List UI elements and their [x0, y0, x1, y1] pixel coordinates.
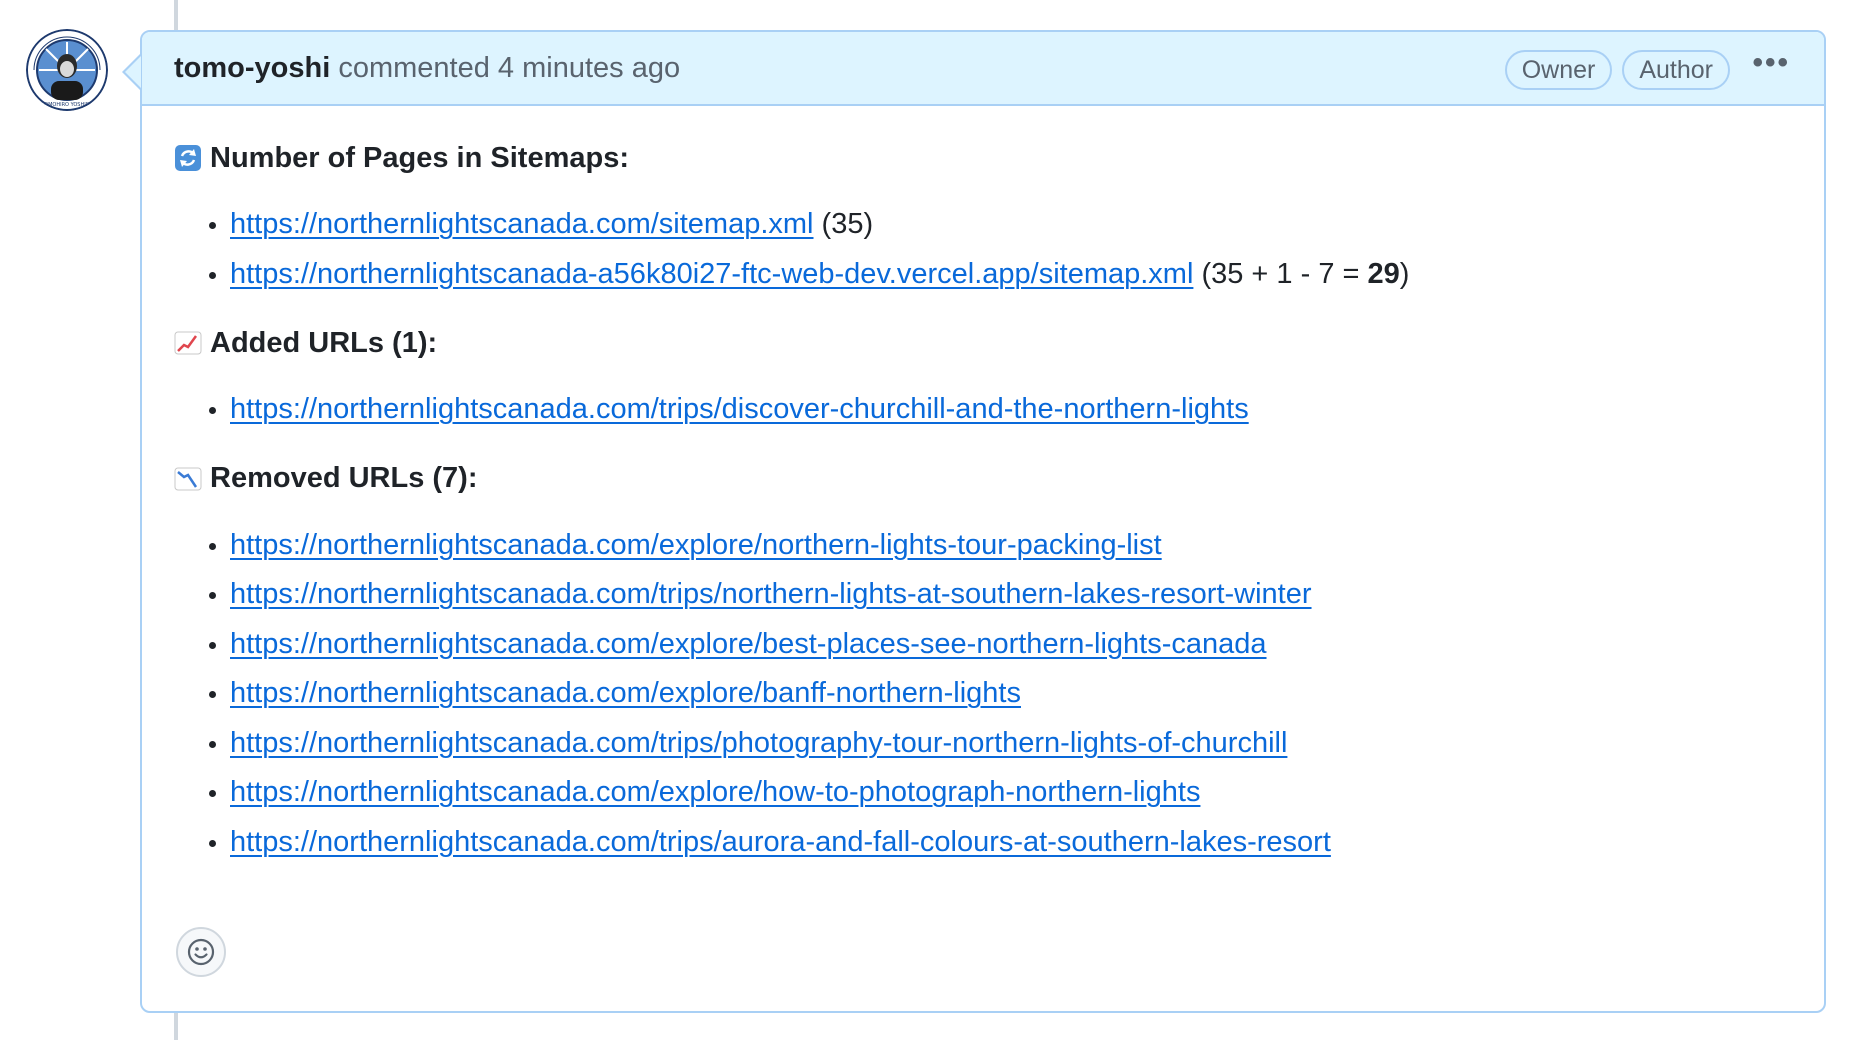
sitemap-link[interactable]: https://northernlightscanada-a56k80i27-f…: [230, 258, 1193, 290]
more-options-button[interactable]: •••: [1752, 46, 1790, 80]
list-item: https://northernlightscanada.com/explore…: [230, 669, 1792, 719]
comment-action: commented: [338, 51, 490, 84]
removed-heading-text: Removed URLs (7):: [210, 462, 478, 494]
removed-list: https://northernlightscanada.com/explore…: [174, 521, 1792, 868]
added-list: https://northernlightscanada.com/trips/d…: [174, 385, 1792, 435]
pages-heading: Number of Pages in Sitemaps:: [174, 136, 1792, 180]
arrows-counterclockwise-icon: [175, 145, 201, 171]
page-count-result: 29: [1367, 257, 1400, 290]
comment-body: Number of Pages in Sitemaps: https://nor…: [142, 106, 1824, 867]
comment-box: tomo-yoshi commented 4 minutes ago Owner…: [140, 30, 1826, 1013]
removed-url-link[interactable]: https://northernlightscanada.com/trips/a…: [230, 826, 1331, 858]
badges: Owner Author: [1504, 50, 1730, 90]
removed-url-link[interactable]: https://northernlightscanada.com/explore…: [230, 677, 1021, 709]
removed-heading: Removed URLs (7):: [174, 457, 1792, 501]
list-item: https://northernlightscanada.com/sitemap…: [230, 200, 1792, 250]
page-count-close: ): [1399, 257, 1410, 290]
list-item: https://northernlightscanada.com/trips/d…: [230, 385, 1792, 435]
added-heading: Added URLs (1):: [174, 321, 1792, 365]
author-badge: Author: [1622, 50, 1730, 90]
removed-url-link[interactable]: https://northernlightscanada.com/explore…: [230, 529, 1162, 561]
comment-meta: tomo-yoshi commented 4 minutes ago: [174, 52, 680, 85]
comment-arrow-fill: [125, 56, 141, 88]
comment-time[interactable]: 4 minutes ago: [498, 52, 680, 84]
added-url-link[interactable]: https://northernlightscanada.com/trips/d…: [230, 393, 1249, 425]
list-item: https://northernlightscanada.com/explore…: [230, 768, 1792, 818]
chart-increasing-icon: [174, 331, 202, 355]
chart-decreasing-icon: [174, 467, 202, 490]
removed-url-link[interactable]: https://northernlightscanada.com/explore…: [230, 628, 1267, 660]
owner-badge: Owner: [1504, 50, 1613, 90]
comment-header: tomo-yoshi commented 4 minutes ago Owner…: [142, 32, 1824, 106]
pages-list: https://northernlightscanada.com/sitemap…: [174, 200, 1792, 299]
avatar-text: TOMOHIRO YOSHIDA: [40, 102, 93, 108]
list-item: https://northernlightscanada.com/trips/a…: [230, 818, 1792, 868]
removed-url-link[interactable]: https://northernlightscanada.com/trips/n…: [230, 578, 1312, 610]
page-count-formula: (35 + 1 - 7 =: [1193, 257, 1368, 290]
list-item: https://northernlightscanada.com/trips/p…: [230, 719, 1792, 769]
page-count: (35): [813, 208, 874, 240]
removed-url-link[interactable]: https://northernlightscanada.com/trips/p…: [230, 727, 1287, 759]
added-heading-text: Added URLs (1):: [210, 326, 438, 359]
list-item: https://northernlightscanada.com/explore…: [230, 521, 1792, 571]
sitemap-link[interactable]: https://northernlightscanada.com/sitemap…: [230, 208, 814, 240]
removed-url-link[interactable]: https://northernlightscanada.com/explore…: [230, 776, 1200, 808]
list-item: https://northernlightscanada.com/trips/n…: [230, 570, 1792, 620]
avatar[interactable]: TOMOHIRO YOSHIDA: [26, 29, 108, 111]
pages-heading-text: Number of Pages in Sitemaps:: [210, 141, 629, 174]
smiley-icon: [187, 938, 215, 966]
author-link[interactable]: tomo-yoshi: [174, 52, 330, 84]
add-reaction-button[interactable]: [176, 927, 226, 977]
list-item: https://northernlightscanada-a56k80i27-f…: [230, 250, 1792, 300]
list-item: https://northernlightscanada.com/explore…: [230, 620, 1792, 670]
